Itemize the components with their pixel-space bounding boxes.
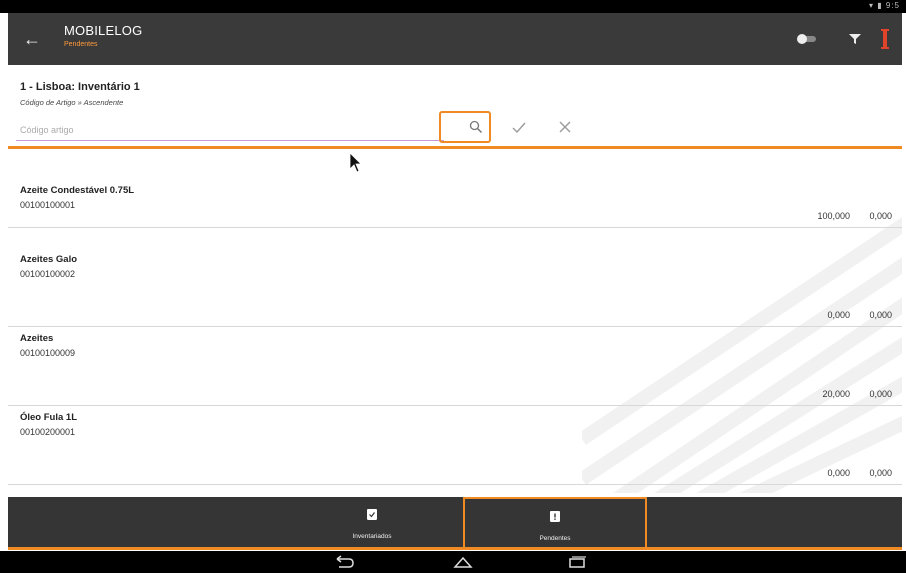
item-code: 00100100001 bbox=[20, 200, 76, 210]
item-quantity: 0,000 bbox=[827, 468, 850, 478]
item-code: 00100100002 bbox=[20, 269, 76, 279]
item-name: Azeite Condestável 0.75L bbox=[20, 185, 135, 196]
item-name: Azeites Galo bbox=[20, 254, 78, 265]
item-quantity-counted: 0,000 bbox=[869, 310, 892, 320]
item-quantity-counted: 0,000 bbox=[869, 389, 892, 399]
item-quantity: 20,000 bbox=[822, 389, 850, 399]
app-bar: ← MOBILELOG Pendentes bbox=[8, 13, 902, 65]
search-button[interactable] bbox=[439, 111, 491, 143]
clipboard-alert-icon bbox=[550, 511, 560, 522]
android-nav-bar bbox=[0, 551, 906, 573]
app-title: MOBILELOG bbox=[64, 23, 143, 38]
item-quantity: 0,000 bbox=[827, 310, 850, 320]
list-item[interactable]: Azeites Galo 00100100002 0,000 0,000 bbox=[8, 248, 902, 327]
bar-icon[interactable] bbox=[878, 27, 892, 51]
item-code: 00100100009 bbox=[20, 348, 76, 358]
status-icons: ▾ ▮ 9:5 bbox=[869, 1, 900, 10]
tab-label: Inventariados bbox=[352, 533, 392, 540]
tab-inventariados[interactable]: Inventariados bbox=[280, 497, 464, 550]
check-icon[interactable] bbox=[512, 122, 526, 134]
item-name: Óleo Fula 1L bbox=[20, 412, 78, 423]
close-icon[interactable] bbox=[559, 121, 571, 133]
nav-recent-apps-icon[interactable] bbox=[566, 555, 588, 569]
item-quantity-counted: 0,000 bbox=[869, 468, 892, 478]
item-quantity: 100,000 bbox=[817, 211, 850, 221]
item-list[interactable]: Azeite Condestável 0.75L 00100100001 100… bbox=[8, 149, 902, 493]
item-code: 00100200001 bbox=[20, 427, 76, 437]
mouse-cursor-icon bbox=[349, 152, 362, 173]
list-item[interactable]: Azeite Condestável 0.75L 00100100001 100… bbox=[8, 149, 902, 228]
bottom-tab-bar: Inventariados Pendentes bbox=[8, 497, 902, 550]
nav-back-icon[interactable] bbox=[333, 555, 355, 569]
list-item[interactable]: Óleo Fula 1L 00100200001 0,000 0,000 bbox=[8, 406, 902, 485]
clipboard-check-icon bbox=[367, 509, 377, 520]
inventory-header: 1 - Lisboa: Inventário 1 Código de Artig… bbox=[8, 65, 902, 149]
search-icon bbox=[469, 120, 483, 134]
nav-home-icon[interactable] bbox=[452, 555, 474, 569]
item-name: Azeites bbox=[20, 333, 54, 344]
tab-bar-underline bbox=[8, 547, 902, 550]
tab-label: Pendentes bbox=[539, 535, 571, 542]
app-subtitle: Pendentes bbox=[64, 41, 98, 48]
list-item[interactable]: Azeites 00100100009 20,000 0,000 bbox=[8, 327, 902, 406]
sort-label[interactable]: Código de Artigo » Ascendente bbox=[20, 98, 123, 107]
inventory-title: 1 - Lisboa: Inventário 1 bbox=[20, 81, 140, 93]
status-bar: ▾ ▮ 9:5 bbox=[0, 0, 906, 13]
back-arrow-icon[interactable]: ← bbox=[22, 29, 42, 49]
filter-icon[interactable] bbox=[848, 32, 862, 46]
toggle-icon[interactable] bbox=[796, 33, 818, 45]
search-input[interactable] bbox=[16, 119, 444, 141]
item-quantity-counted: 0,000 bbox=[869, 211, 892, 221]
tab-pendentes[interactable]: Pendentes bbox=[463, 497, 647, 550]
